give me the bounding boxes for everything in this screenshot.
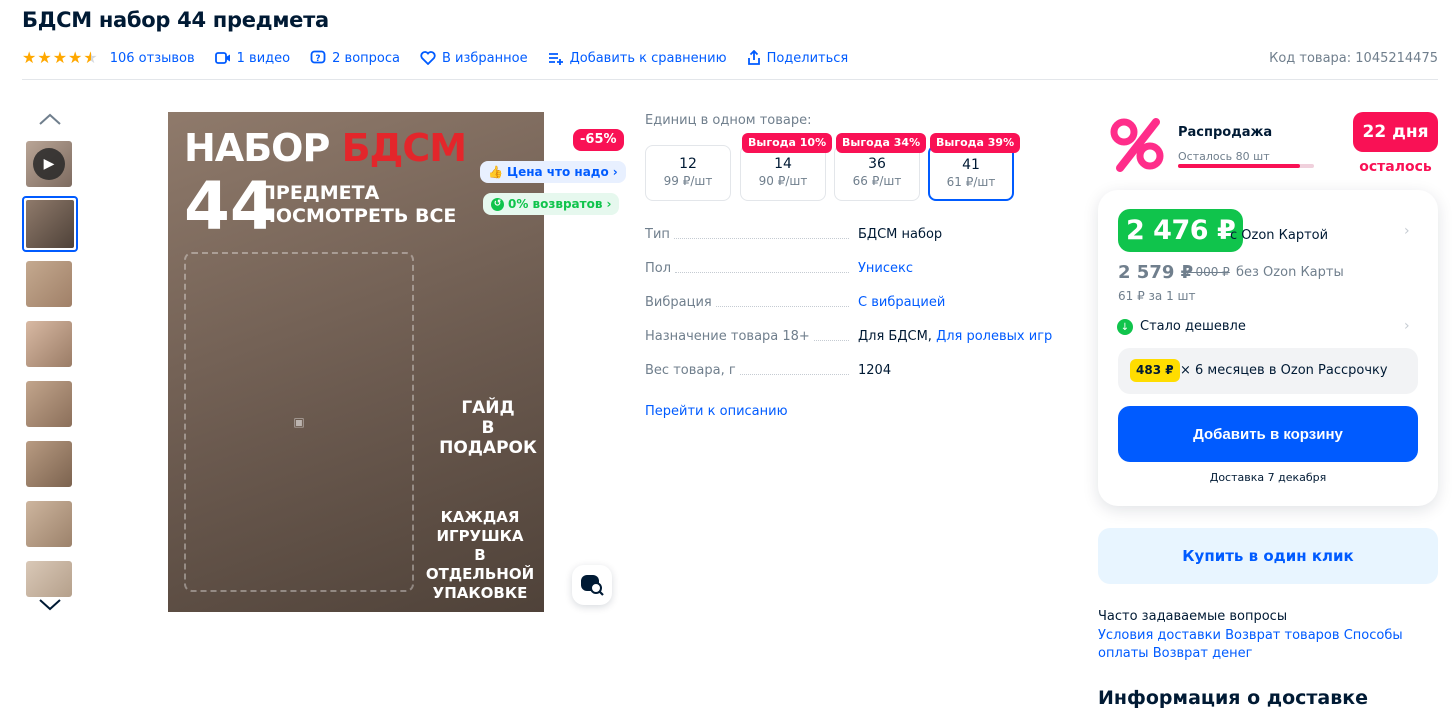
product-photo-placeholder: ▣ [184, 252, 414, 592]
compare-icon [548, 53, 563, 65]
spec-key: Тип [645, 227, 853, 242]
chevron-right-icon: › [612, 165, 618, 179]
spec-value-link[interactable]: Унисекс [858, 261, 913, 276]
thumbs-up-icon: 👍 [488, 165, 503, 179]
compare-link[interactable]: Добавить к сравнению [548, 51, 727, 66]
image-subheadline: ПРЕДМЕТА ПОСМОТРЕТЬ ВСЕ [260, 182, 457, 227]
star-icon: ★ [37, 48, 52, 67]
star-icon: ★ [52, 48, 68, 67]
image-packaging-text: КАЖДАЯ ИГРУШКА В ОТДЕЛЬНОЙ УПАКОВКЕ [425, 508, 535, 602]
sale-progress-fill [1178, 164, 1301, 168]
unit-savings-tag: Выгода 34% [836, 133, 927, 153]
chevron-right-icon[interactable]: › [1404, 223, 1410, 239]
faq-link-returns[interactable]: Возврат товаров [1225, 628, 1339, 643]
videos-link[interactable]: 1 видео [214, 51, 290, 66]
unit-option-41[interactable]: 41 61 ₽/шт [928, 145, 1014, 201]
half-star-icon: ★ [83, 48, 98, 67]
sale-progress-bar [1178, 164, 1314, 168]
chevron-down-icon[interactable] [38, 598, 62, 612]
thumbnail-video[interactable]: ▶ [26, 141, 72, 187]
rating-stars[interactable]: ★ ★ ★ ★ ★ [22, 50, 98, 66]
spec-value: Для БДСМ, Для ролевых игр [858, 329, 1053, 344]
product-meta-row: ★ ★ ★ ★ ★ 106 отзывов 1 видео ? 2 вопрос… [22, 48, 1438, 68]
unit-savings-tag: Выгода 39% [930, 133, 1021, 153]
thumbnail-image-6[interactable] [26, 501, 72, 547]
add-to-cart-button[interactable]: Добавить в корзину [1118, 406, 1418, 462]
price-without-card-label: без Ozon Карты [1236, 265, 1344, 280]
spec-value-link[interactable]: Для ролевых игр [936, 329, 1052, 344]
image-gift-text: ГАЙД В ПОДАРОК [439, 398, 537, 458]
product-title: БДСМ набор 44 предмета [22, 8, 329, 32]
spec-key: Вибрация [645, 295, 853, 310]
thumbnail-image-1[interactable] [22, 196, 78, 252]
go-to-description-link[interactable]: Перейти к описанию [645, 404, 788, 419]
play-icon: ▶ [33, 148, 65, 180]
faq-link-refund[interactable]: Возврат денег [1153, 646, 1253, 661]
chevron-up-icon[interactable] [38, 112, 62, 126]
spec-key: Назначение товара 18+ [645, 329, 853, 344]
product-sku: Код товара: 1045214475 [1269, 50, 1438, 66]
spec-key: Пол [645, 261, 853, 276]
unit-option-36[interactable]: 36 66 ₽/шт [834, 145, 920, 201]
heart-icon [420, 51, 436, 65]
question-icon: ? [310, 50, 326, 64]
image-search-button[interactable] [572, 565, 612, 605]
discount-badge: -65% [573, 129, 624, 151]
svg-text:?: ? [316, 54, 321, 64]
share-link[interactable]: Поделиться [747, 50, 848, 66]
buy-one-click-button[interactable]: Купить в один клик [1098, 528, 1438, 584]
faq-links: Условия доставки Возврат товаров Способы… [1098, 627, 1443, 663]
unit-option-14[interactable]: 14 90 ₽/шт [740, 145, 826, 201]
faq-link-delivery[interactable]: Условия доставки [1098, 628, 1221, 643]
ozon-card-label: с Ozon Картой [1230, 228, 1329, 243]
installment-text: × 6 месяцев в Ozon Рассрочку [1180, 363, 1388, 378]
ozon-card-price: 2 476 ₽ [1118, 209, 1244, 252]
spec-key: Вес товара, г [645, 363, 853, 378]
sale-stock-left: Осталось 80 шт [1178, 150, 1270, 163]
price-dropped-label[interactable]: Стало дешевле [1140, 319, 1246, 334]
installment-amount: 483 ₽ [1130, 359, 1180, 382]
spec-value: БДСМ набор [858, 227, 943, 242]
delivery-date: Доставка 7 декабря [1209, 471, 1327, 484]
days-left-badge: 22 дня [1353, 112, 1438, 152]
unit-savings-tag: Выгода 10% [742, 133, 833, 153]
share-icon [747, 50, 760, 65]
spec-value-link[interactable]: С вибрацией [858, 295, 945, 310]
days-left-label: осталось [1359, 159, 1432, 175]
favorite-link[interactable]: В избранное [420, 51, 528, 66]
thumbnail-image-5[interactable] [26, 441, 72, 487]
reviews-link[interactable]: 106 отзывов [110, 51, 195, 66]
sale-title: Распродажа [1178, 125, 1273, 140]
chevron-right-icon[interactable]: › [1404, 318, 1410, 334]
price-without-card: 2 579 ₽ [1118, 262, 1194, 283]
spec-value: 1204 [858, 363, 892, 378]
video-icon [214, 52, 230, 64]
thumbnail-image-7[interactable] [26, 561, 72, 597]
chevron-right-icon: › [606, 197, 612, 211]
image-headline: НАБОР БДСМ [184, 126, 467, 170]
questions-link[interactable]: ? 2 вопроса [310, 50, 400, 66]
star-icon: ★ [22, 48, 37, 67]
price-badge[interactable]: 👍 Цена что надо › [480, 161, 626, 183]
header-divider [22, 79, 1438, 80]
returns-badge[interactable]: ↺ 0% возвратов › [483, 193, 620, 215]
price-per-unit: 61 ₽ за 1 шт [1118, 289, 1196, 303]
arrow-down-icon: ↓ [1117, 319, 1133, 335]
delivery-info-heading: Информация о доставке [1098, 687, 1369, 709]
return-icon: ↺ [491, 197, 504, 211]
thumbnail-image-4[interactable] [26, 381, 72, 427]
star-icon: ★ [68, 48, 83, 67]
main-product-image[interactable]: НАБОР БДСМ 44 ПРЕДМЕТА ПОСМОТРЕТЬ ВСЕ ▣ … [168, 112, 544, 612]
thumbnail-image-2[interactable] [26, 261, 72, 307]
unit-option-12[interactable]: 12 99 ₽/шт [645, 145, 731, 201]
units-label: Единиц в одном товаре: [645, 113, 812, 128]
thumbnail-image-3[interactable] [26, 321, 72, 367]
faq-title: Часто задаваемые вопросы [1098, 609, 1288, 624]
sale-percent-icon [1110, 118, 1164, 172]
image-search-icon [581, 575, 604, 596]
old-price: 7 000 ₽ [1184, 265, 1230, 279]
